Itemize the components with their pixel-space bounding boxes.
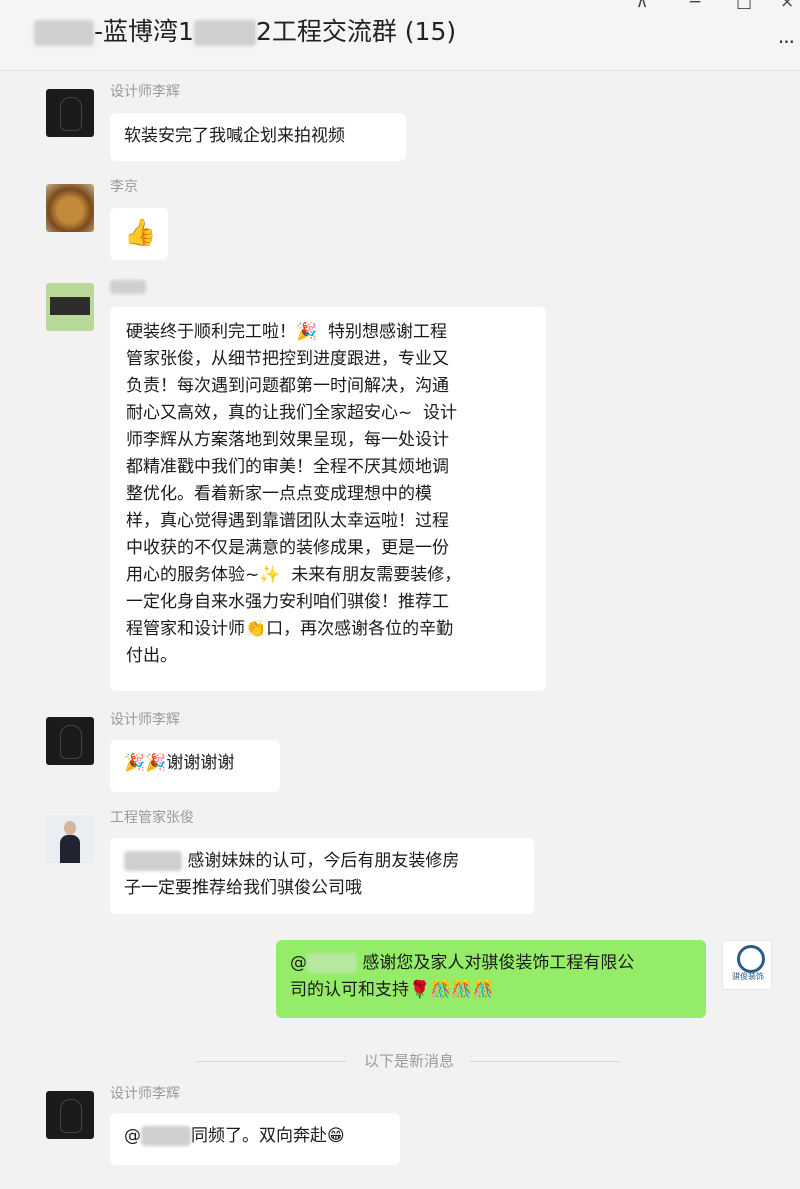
mention-symbol: @ [290,953,307,973]
message-text: 硬装终于顺利完工啦！🎉 特别想感谢工程 管家张俊，从细节把控到进度跟进，专业又 … [126,322,462,666]
divider-line [196,1061,346,1062]
more-options-button[interactable]: ··· [778,30,795,54]
message-bubble[interactable]: 硬装终于顺利完工啦！🎉 特别想感谢工程 管家张俊，从细节把控到进度跟进，专业又 … [110,307,546,691]
close-button[interactable]: × [780,0,794,12]
avatar[interactable] [46,717,94,765]
redacted-mention [307,953,357,973]
sender-name: 设计师李辉 [110,84,180,100]
message-bubble[interactable]: @ 同频了。双向奔赴😁 [110,1113,400,1165]
message-bubble[interactable]: 🎉🎉谢谢谢谢 [110,740,280,792]
pin-icon[interactable]: ⊼ [636,0,648,12]
message-list[interactable]: 设计师李辉 软装安完了我喊企划来拍视频 李京 👍 硬装终于顺利完工啦！🎉 特别想… [0,71,800,1189]
avatar[interactable] [46,184,94,232]
avatar[interactable] [46,1091,94,1139]
divider-line [470,1061,620,1062]
redacted-mention [124,851,182,871]
avatar[interactable] [46,89,94,137]
new-messages-divider: 以下是新消息 [196,1050,620,1074]
sender-name: 设计师李辉 [110,712,180,728]
logo-text: 骐俊装饰 [732,972,764,981]
thumbs-up-icon: 👍 [124,218,157,248]
message-bubble-self[interactable]: @ 感谢您及家人对骐俊装饰工程有限公 司的认可和支持🌹🎊🎊🎊 [276,940,706,1018]
maximize-button[interactable]: □ [736,0,752,12]
sender-name: 设计师李辉 [110,1086,180,1102]
redacted-mention [141,1126,191,1146]
sender-name: 工程管家张俊 [110,810,194,826]
avatar[interactable] [46,815,94,863]
message-bubble[interactable]: 软装安完了我喊企划来拍视频 [110,113,406,161]
redacted-text [193,20,256,46]
avatar[interactable]: 骐俊装饰 [722,940,772,990]
redacted-name [110,280,146,294]
message-text: 同频了。双向奔赴😁 [191,1126,345,1146]
title-bar: -蓝博湾1 2工程交流群 (15) ⊼ − □ × ··· [0,0,800,70]
avatar[interactable] [46,283,94,331]
message-text: 软装安完了我喊企划来拍视频 [124,126,345,146]
message-bubble[interactable]: 感谢妹妹的认可，今后有朋友装修房 子一定要推荐给我们骐俊公司哦 [110,838,534,914]
sender-name: 李京 [110,179,138,195]
message-bubble[interactable]: 👍 [110,208,168,260]
new-messages-label: 以下是新消息 [363,1052,454,1070]
redacted-text [34,20,94,46]
company-logo-icon [737,945,765,973]
mention-symbol: @ [124,1126,141,1146]
minimize-button[interactable]: − [688,0,702,12]
chat-title: -蓝博湾1 2工程交流群 (15) [34,16,456,48]
message-text: 🎉🎉谢谢谢谢 [124,753,235,773]
